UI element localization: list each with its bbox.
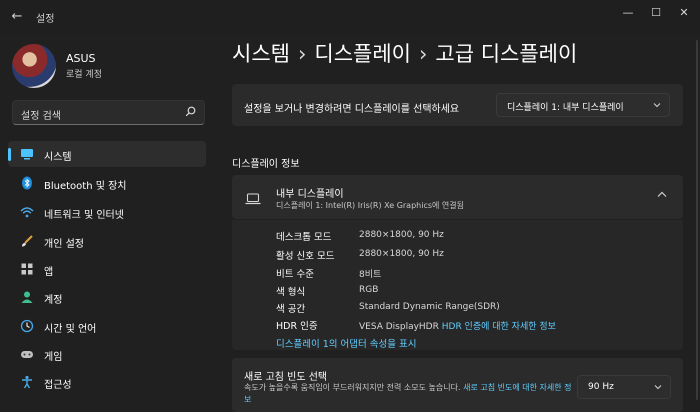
scrollbar[interactable] (696, 40, 698, 400)
monitor-icon (20, 147, 34, 161)
chevron-up-icon[interactable] (657, 190, 667, 201)
sidebar-item-accounts[interactable]: 계정 (8, 284, 206, 310)
sidebar-item-label: 게임 (44, 352, 63, 363)
breadcrumb-display[interactable]: 디스플레이 (314, 42, 411, 66)
app-title: 설정 (36, 14, 55, 25)
info-row-value: 8비트 (359, 270, 382, 280)
breadcrumb-separator: › (418, 42, 428, 66)
sidebar-item-label: 시간 및 언어 (44, 324, 97, 335)
info-row-label: HDR 인증 (276, 321, 318, 332)
sidebar-item-time-language[interactable]: 시간 및 언어 (8, 313, 206, 339)
globe-clock-icon (20, 319, 34, 333)
sidebar-item-accessibility[interactable]: 접근성 (8, 369, 206, 395)
chevron-down-icon (654, 383, 662, 392)
sidebar-item-label: 계정 (44, 295, 63, 306)
person-icon (20, 290, 34, 304)
info-row-value: RGB (359, 285, 379, 295)
info-row-label: 활성 신호 모드 (276, 251, 335, 262)
page-title: 고급 디스플레이 (435, 42, 578, 66)
sidebar-item-network[interactable]: 네트워크 및 인터넷 (8, 199, 206, 225)
sidebar-item-label: 앱 (44, 267, 54, 278)
display-select-prompt: 설정을 보거나 변경하려면 디스플레이를 선택하세요 (244, 104, 460, 115)
adapter-properties-link[interactable]: 디스플레이 1의 어댑터 속성을 표시 (276, 336, 416, 350)
info-row-value: 2880×1800, 90 Hz (359, 249, 444, 259)
refresh-rate-value: 90 Hz (588, 382, 614, 392)
section-title: 디스플레이 정보 (232, 159, 300, 170)
display-dropdown-value: 디스플레이 1: 내부 디스플레이 (507, 103, 624, 113)
title-bar (0, 0, 700, 34)
breadcrumb: 시스템 › 디스플레이 › 고급 디스플레이 (232, 38, 577, 68)
sidebar-item-gaming[interactable]: 게임 (8, 341, 206, 367)
info-row-label: 색 공간 (276, 304, 306, 315)
sidebar-item-label: 접근성 (44, 380, 72, 391)
bluetooth-icon (20, 176, 34, 190)
sidebar-item-system[interactable]: 시스템 (8, 141, 206, 167)
refresh-rate-dropdown[interactable]: 90 Hz (577, 375, 671, 399)
info-row-value: 2880×1800, 90 Hz (359, 230, 444, 240)
hdr-info-link[interactable]: HDR 인증에 대한 자세한 정보 (442, 322, 556, 332)
minimize-button[interactable]: — (614, 4, 642, 22)
back-arrow-icon[interactable]: ← (8, 8, 26, 26)
close-button[interactable]: ✕ (670, 4, 698, 22)
user-name: ASUS (66, 52, 96, 65)
chevron-down-icon (653, 101, 661, 110)
breadcrumb-system[interactable]: 시스템 (232, 42, 290, 66)
apps-icon (20, 262, 34, 276)
active-indicator (8, 148, 11, 161)
account-type: 로컬 계정 (66, 70, 102, 80)
sidebar-item-bluetooth[interactable]: Bluetooth 및 장치 (8, 170, 206, 196)
sidebar-item-personalization[interactable]: 개인 설정 (8, 228, 206, 254)
display-info-subtitle: 디스플레이 1: Intel(R) Iris(R) Xe Graphics에 연… (276, 201, 465, 210)
brush-icon (20, 234, 34, 248)
maximize-button[interactable]: ☐ (642, 4, 670, 22)
sidebar-item-apps[interactable]: 앱 (8, 256, 206, 282)
sidebar-item-label: 개인 설정 (44, 239, 84, 250)
info-row-label: 데스크톱 모드 (276, 232, 332, 243)
hdr-certification-value: VESA DisplayHDR (359, 322, 439, 332)
display-info-title: 내부 디스플레이 (276, 189, 344, 200)
info-row-value: VESA DisplayHDR HDR 인증에 대한 자세한 정보 (359, 319, 556, 332)
accessibility-icon (20, 375, 34, 389)
sidebar-item-label: Bluetooth 및 장치 (44, 181, 127, 192)
info-row-label: 비트 수준 (276, 269, 314, 280)
search-placeholder: 설정 검색 (21, 111, 61, 122)
info-row-label: 색 형식 (276, 287, 306, 298)
wifi-icon (20, 205, 34, 219)
gamepad-icon (20, 347, 34, 361)
refresh-rate-title: 새로 고침 빈도 선택 (244, 372, 328, 383)
sidebar-item-label: 시스템 (44, 152, 72, 163)
refresh-rate-description-text: 속도가 높을수록 움직임이 부드러워지지만 전력 소모도 높습니다. (244, 383, 461, 392)
laptop-icon (245, 190, 261, 205)
avatar[interactable] (12, 44, 56, 88)
refresh-rate-description: 속도가 높을수록 움직임이 부드러워지지만 전력 소모도 높습니다. 새로 고침… (244, 382, 574, 406)
sidebar-item-label: 네트워크 및 인터넷 (44, 210, 124, 221)
breadcrumb-separator: › (297, 42, 307, 66)
search-input[interactable]: 설정 검색 (12, 100, 205, 125)
info-row-value: Standard Dynamic Range(SDR) (359, 302, 500, 312)
search-icon[interactable] (185, 106, 196, 120)
display-dropdown[interactable]: 디스플레이 1: 내부 디스플레이 (496, 93, 670, 117)
